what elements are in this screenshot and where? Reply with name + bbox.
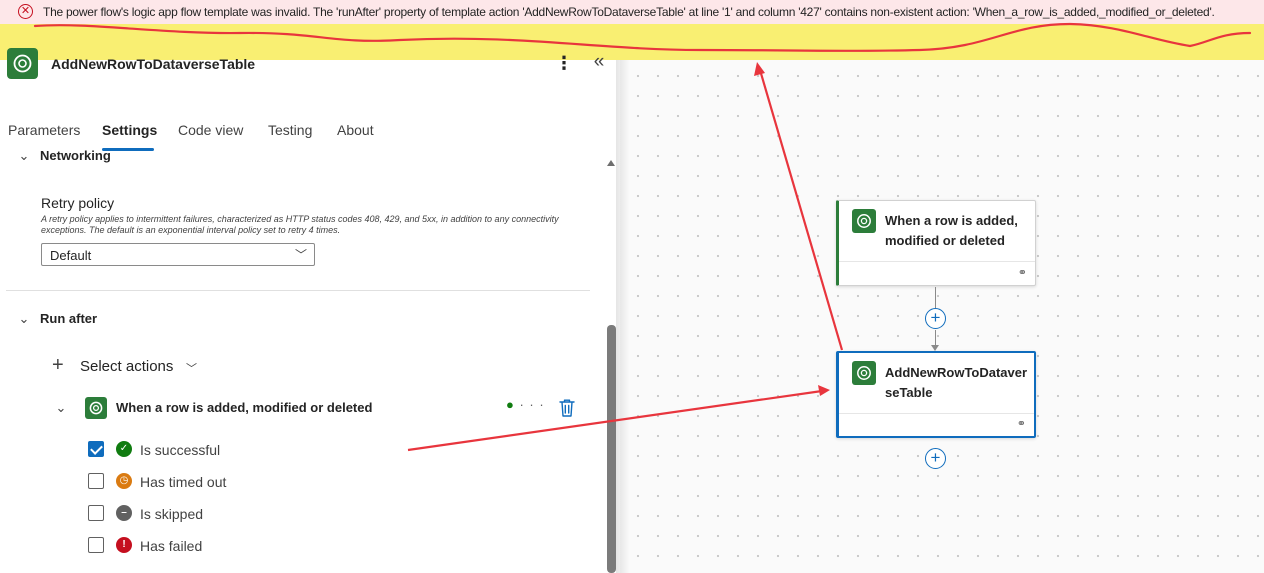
trash-icon[interactable] bbox=[558, 398, 576, 418]
run-after-section-title[interactable]: Run after bbox=[40, 311, 97, 326]
run-after-chevron-down-icon[interactable]: ⌄ bbox=[15, 310, 33, 328]
is-skipped-checkbox[interactable] bbox=[88, 505, 104, 521]
clock-icon: ◷ bbox=[116, 473, 132, 489]
node-divider bbox=[839, 413, 1034, 414]
error-banner: ✕ The power flow's logic app flow templa… bbox=[0, 0, 1264, 60]
scrollbar-thumb[interactable] bbox=[607, 325, 616, 573]
run-after-action-chevron-icon[interactable]: ⌄ bbox=[52, 399, 70, 417]
tab-parameters[interactable]: Parameters bbox=[8, 122, 80, 138]
connector-line bbox=[935, 287, 936, 309]
has-timed-out-label: Has timed out bbox=[140, 474, 227, 490]
section-divider bbox=[6, 290, 590, 291]
dataverse-app-icon bbox=[7, 48, 38, 79]
failed-exclamation-icon: ! bbox=[116, 537, 132, 553]
panel-title: AddNewRowToDataverseTable bbox=[51, 56, 256, 72]
select-actions-chevron-icon[interactable]: ﹀ bbox=[186, 360, 197, 376]
skipped-minus-icon: – bbox=[116, 505, 132, 521]
more-vertical-icon[interactable]: ⋮ bbox=[555, 52, 573, 74]
has-failed-checkbox[interactable] bbox=[88, 537, 104, 553]
retry-policy-label: Retry policy bbox=[41, 195, 115, 211]
connector-line bbox=[935, 330, 936, 346]
add-step-button[interactable]: + bbox=[925, 448, 946, 469]
has-timed-out-checkbox[interactable] bbox=[88, 473, 104, 489]
trigger-node-title: When a row is added, modified or deleted bbox=[885, 213, 1018, 248]
flow-canvas[interactable] bbox=[620, 0, 1264, 573]
retry-policy-dropdown[interactable]: Default ﹀ bbox=[41, 243, 315, 266]
action-node-title: AddNewRowToDataverseTable bbox=[885, 365, 1028, 400]
dataverse-action-node-icon bbox=[852, 361, 876, 385]
scroll-up-arrow-icon[interactable] bbox=[607, 160, 615, 166]
retry-policy-description: A retry policy applies to intermittent f… bbox=[41, 214, 559, 235]
node-divider bbox=[839, 261, 1035, 262]
has-failed-label: Has failed bbox=[140, 538, 203, 554]
link-icon: ⚭ bbox=[1017, 267, 1027, 279]
is-successful-label: Is successful bbox=[140, 442, 221, 458]
dataverse-trigger-icon bbox=[852, 209, 876, 233]
tab-about[interactable]: About bbox=[337, 122, 374, 138]
status-dots-indicator: ● · · · bbox=[506, 397, 545, 412]
networking-chevron-down-icon[interactable]: ⌄ bbox=[15, 147, 33, 165]
error-circle-icon: ✕ bbox=[18, 4, 33, 19]
chevron-down-icon: ﹀ bbox=[294, 248, 307, 262]
add-step-button[interactable]: + bbox=[925, 308, 946, 329]
add-row-action-node[interactable]: AddNewRowToDataverseTable ⚭ bbox=[836, 351, 1036, 438]
success-check-icon: ✓ bbox=[116, 441, 132, 457]
is-skipped-label: Is skipped bbox=[140, 506, 204, 522]
dataverse-action-icon bbox=[85, 397, 107, 419]
run-after-action-title: When a row is added, modified or deleted bbox=[116, 400, 373, 415]
tab-code-view[interactable]: Code view bbox=[178, 122, 243, 138]
select-actions-button[interactable]: Select actions bbox=[80, 358, 173, 375]
is-successful-checkbox[interactable] bbox=[88, 441, 104, 457]
add-icon[interactable]: + bbox=[52, 355, 64, 375]
link-icon: ⚭ bbox=[1016, 418, 1026, 430]
trigger-node[interactable]: When a row is added, modified or deleted… bbox=[836, 200, 1036, 286]
error-message: The power flow's logic app flow template… bbox=[43, 5, 1215, 19]
tab-settings[interactable]: Settings bbox=[102, 122, 157, 138]
networking-section-title[interactable]: Networking bbox=[40, 148, 111, 163]
double-chevron-left-icon[interactable]: « bbox=[590, 52, 608, 74]
retry-policy-value: Default bbox=[50, 248, 92, 263]
panel-shadow bbox=[616, 0, 630, 573]
tab-testing[interactable]: Testing bbox=[268, 122, 312, 138]
